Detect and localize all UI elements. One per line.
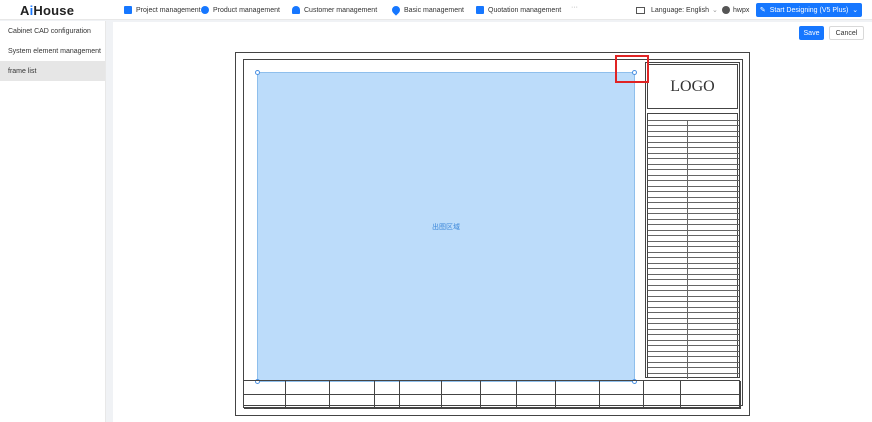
parameter-table — [647, 113, 739, 379]
language-selector[interactable]: Language: English ⌄ — [636, 0, 718, 20]
title-table-cell — [442, 381, 481, 395]
document-icon — [476, 6, 484, 14]
title-block-column: LOGO — [645, 62, 740, 379]
pencil-icon: ✎ — [759, 7, 766, 14]
title-table-cell — [600, 381, 644, 395]
title-table-cell — [442, 395, 481, 409]
nav-basic-management[interactable]: Basic management — [390, 0, 464, 20]
sidebar-item-frame-list[interactable]: frame list — [0, 61, 105, 81]
drawing-area-label: 出图区域 — [432, 224, 460, 231]
title-table-cell — [330, 395, 375, 409]
title-table-cell — [556, 381, 600, 395]
title-table-cell — [600, 395, 644, 409]
title-table-cell — [400, 395, 442, 409]
title-table-cell — [556, 395, 600, 409]
drop-icon — [390, 4, 402, 16]
title-table-cell — [375, 395, 400, 409]
highlight-box — [615, 55, 649, 83]
title-table-cell — [517, 395, 556, 409]
parameter-value-cell — [687, 373, 739, 379]
logo-placeholder[interactable]: LOGO — [647, 64, 738, 109]
nav-customer-management[interactable]: Customer management — [292, 0, 377, 20]
title-table-cell — [286, 395, 330, 409]
nav-project-management[interactable]: Project management — [124, 0, 201, 20]
user-icon — [292, 6, 300, 14]
nav-quotation-management[interactable]: Quotation management — [476, 0, 561, 20]
top-navigation-bar: AiHouse Project management Product manag… — [0, 0, 872, 20]
title-table-cell — [481, 381, 517, 395]
frame-editor-canvas: 出图区域 — [113, 44, 872, 422]
start-designing-button[interactable]: ✎ Start Designing (V5 Plus) ⌄ — [756, 3, 862, 17]
nav-more[interactable]: ··· — [571, 4, 578, 11]
parameter-row — [648, 372, 739, 379]
editor-toolbar: Save Cancel — [113, 22, 872, 44]
avatar — [722, 6, 730, 14]
save-button[interactable]: Save — [799, 26, 824, 40]
nav-product-management[interactable]: Product management — [201, 0, 280, 20]
bottom-title-table — [243, 380, 741, 409]
user-menu[interactable]: hwpx — [722, 0, 749, 20]
display-icon — [636, 6, 645, 14]
chevron-down-icon: ⌄ — [712, 7, 718, 14]
title-table-cell — [481, 395, 517, 409]
chevron-down-icon: ⌄ — [852, 7, 859, 14]
title-table-cell — [375, 381, 400, 395]
sidebar: Cabinet CAD configuration System element… — [0, 21, 106, 422]
app-logo[interactable]: AiHouse — [20, 3, 74, 18]
gear-icon — [201, 6, 209, 14]
title-table-cell — [644, 395, 681, 409]
folder-icon — [124, 6, 132, 14]
title-table-cell — [400, 381, 442, 395]
title-table-cell — [244, 395, 286, 409]
sidebar-item-system-element-management[interactable]: System element management — [0, 41, 105, 61]
title-table-cell — [330, 381, 375, 395]
sidebar-item-cabinet-cad-configuration[interactable]: Cabinet CAD configuration — [0, 21, 105, 41]
title-table-cell — [644, 381, 681, 395]
title-table-cell — [286, 381, 330, 395]
title-table-cell — [244, 381, 286, 395]
title-table-cell — [517, 381, 556, 395]
cancel-button[interactable]: Cancel — [829, 26, 864, 40]
title-table-cell — [681, 395, 741, 409]
drawing-area[interactable]: 出图区域 — [257, 72, 635, 382]
title-table-cell — [681, 381, 741, 395]
resize-handle-top-left[interactable] — [255, 70, 260, 75]
